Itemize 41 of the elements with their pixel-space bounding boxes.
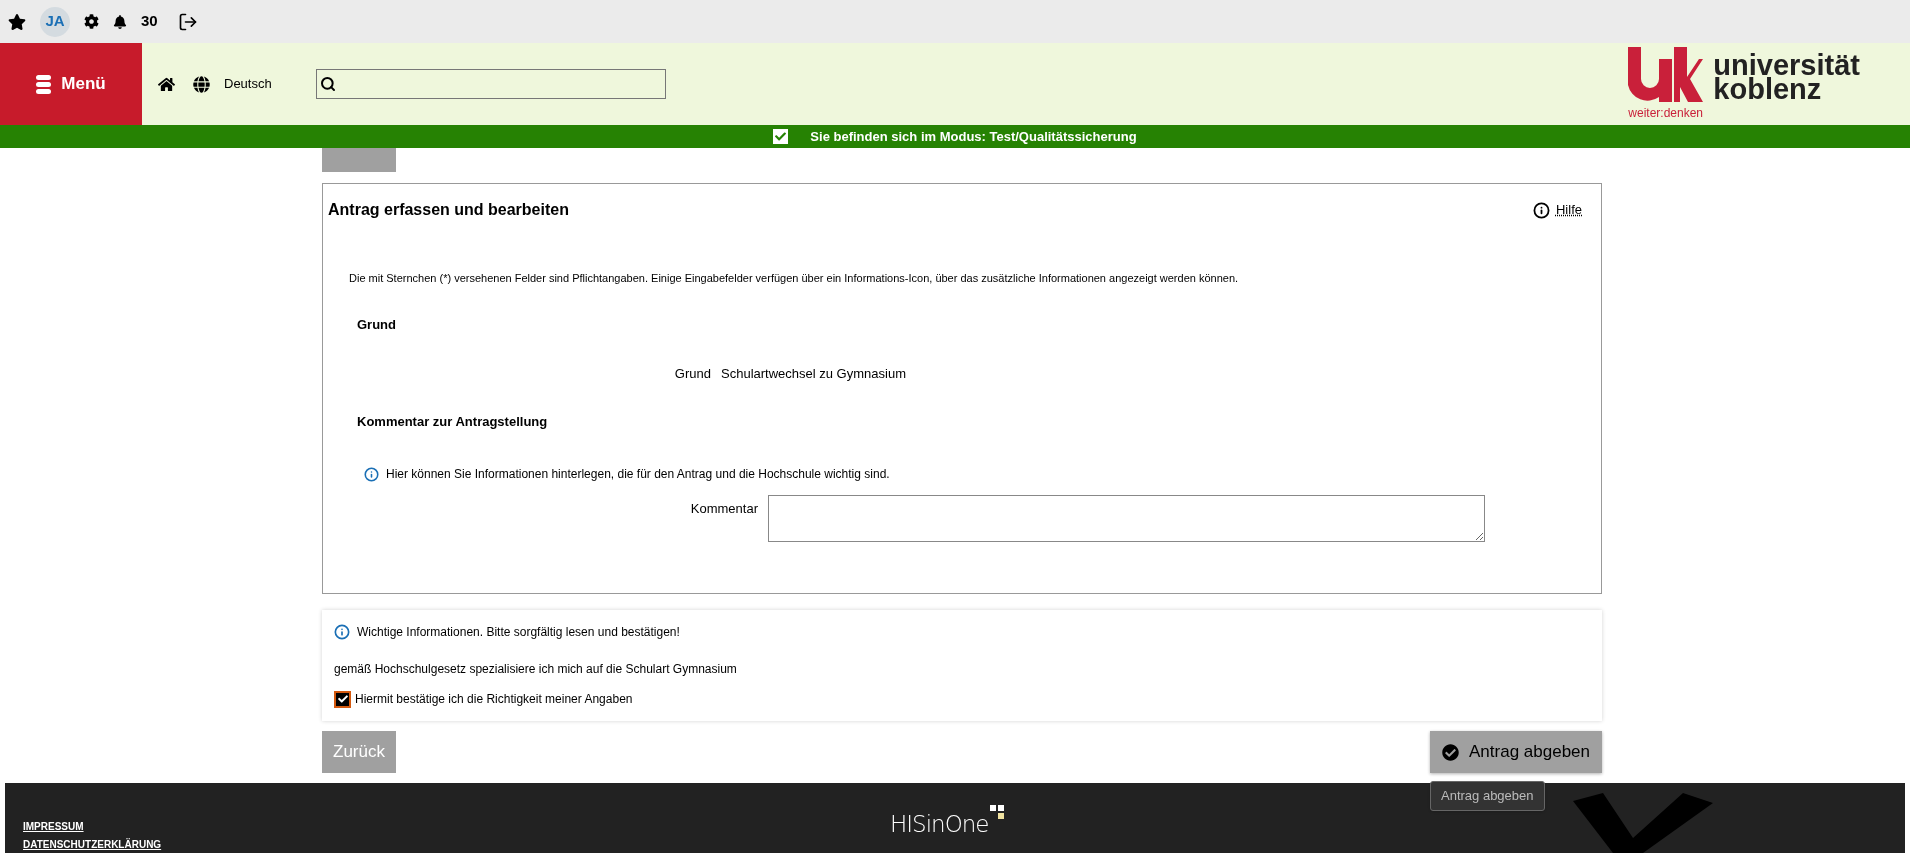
confirm-checkbox[interactable] (334, 690, 351, 708)
bell-icon[interactable] (113, 14, 127, 29)
logout-icon[interactable] (177, 11, 198, 32)
notification-count[interactable]: 30 (141, 10, 158, 33)
tooltip: Antrag abgeben (1430, 781, 1545, 811)
form-title: Antrag erfassen und bearbeiten (328, 200, 569, 220)
help-link[interactable]: Hilfe (1533, 200, 1582, 220)
field-value: Schulartwechsel zu Gymnasium (721, 365, 906, 383)
logo-text: universität (1713, 52, 1860, 77)
footer-link[interactable]: DATENSCHUTZERKLÄRUNG (23, 839, 162, 851)
brand-logo: HISinOne (890, 810, 989, 839)
home-icon[interactable] (158, 75, 175, 93)
mode-banner: Sie befinden sich im Modus: Test/Qualitätssicherung (0, 125, 1910, 148)
settings-icon[interactable] (84, 14, 99, 29)
star-icon[interactable] (8, 12, 26, 31)
logo-text: koblenz (1713, 76, 1822, 101)
section-heading: Grund (357, 315, 397, 334)
footer-link[interactable]: IMPRESSUM (23, 821, 162, 833)
checkbox-label: Hiermit bestätige ich die Richtigkeit meiner Angaben (355, 691, 633, 708)
info-text: Wichtige Informationen. Bitte sorgfältig lesen und bestätigen! (357, 624, 680, 641)
field-label: Grund (673, 365, 712, 383)
language-link[interactable]: Deutsch (224, 74, 272, 94)
globe-icon[interactable] (193, 75, 210, 93)
search-field[interactable] (315, 69, 666, 99)
search-icon (319, 76, 336, 92)
info-text: Hier können Sie Informationen hinterlegen, die für den Antrag und die Hochschule wichtig sind. (386, 466, 890, 483)
uk-logo-icon (1628, 46, 1704, 102)
section-heading: Kommentar zur Antragstellung (357, 412, 549, 431)
logo-tagline: weiter:denken (1628, 104, 1705, 122)
field-label: Kommentar (689, 500, 759, 518)
comment-field[interactable] (768, 495, 1485, 542)
info-icon (364, 466, 379, 482)
info-icon (1533, 201, 1550, 219)
menu-button[interactable]: Menü (0, 43, 142, 125)
user-avatar[interactable]: JA (40, 6, 70, 37)
brand-dots-icon (990, 805, 1005, 819)
required-note: Die mit Sternchen (*) versehenen Felder sind Pflichtangaben. Einige Eingabefelder verfügen über ein Informations-Icon, über das zusätzliche Informationen angezeigt werden können. (349, 271, 1240, 286)
statement-text: gemäß Hochschulgesetz spezialisiere ich mich auf die Schulart Gymnasium (334, 661, 738, 678)
info-icon (334, 624, 350, 640)
check-icon (337, 694, 348, 704)
submit-button[interactable]: Antrag abgeben (1430, 731, 1602, 773)
